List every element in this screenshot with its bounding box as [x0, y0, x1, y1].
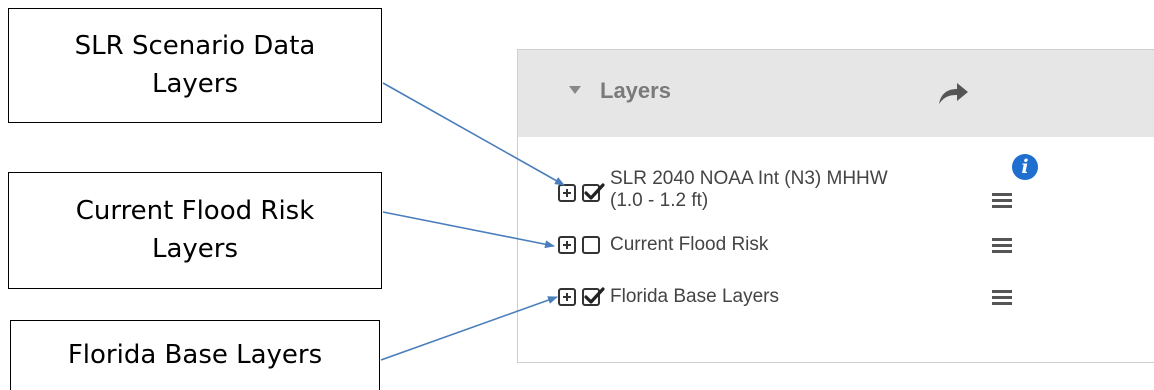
callout-slr-scenario: SLR Scenario Data Layers	[8, 8, 382, 123]
checkmark-icon	[584, 287, 605, 304]
expand-plus-icon[interactable]	[558, 288, 576, 306]
callout-text: SLR Scenario Data Layers	[74, 30, 316, 99]
layer-checkbox[interactable]	[582, 236, 600, 254]
layers-panel-header[interactable]: Layers	[518, 50, 1154, 137]
layer-label: Current Flood Risk	[610, 234, 769, 255]
expand-plus-icon[interactable]	[558, 184, 576, 202]
layer-label: SLR 2040 NOAA Int (N3) MHHW (1.0 - 1.2 f…	[610, 168, 888, 211]
callout-florida-base: Florida Base Layers	[10, 320, 380, 390]
share-arrow-icon[interactable]	[936, 80, 970, 106]
layer-row-florida-base: Florida Base Layers	[518, 284, 1118, 324]
menu-icon[interactable]	[992, 290, 1012, 306]
callout-text: Current Flood Risk Layers	[75, 195, 315, 264]
panel-title: Layers	[600, 78, 671, 103]
menu-icon[interactable]	[992, 238, 1012, 254]
layer-checkbox[interactable]	[582, 183, 605, 202]
callout-text: Florida Base Layers	[67, 340, 323, 371]
layer-checkbox[interactable]	[582, 287, 605, 306]
layers-panel: Layers i SLR 2040 NOAA Int (N3) MHHW (1.…	[517, 49, 1154, 363]
layer-row-slr: SLR 2040 NOAA Int (N3) MHHW (1.0 - 1.2 f…	[518, 162, 1118, 222]
expand-plus-icon[interactable]	[558, 236, 576, 254]
annotated-screenshot: SLR Scenario Data Layers Current Flood R…	[0, 0, 1154, 390]
checkmark-icon	[584, 183, 605, 200]
caret-down-icon[interactable]	[569, 86, 581, 94]
callout-current-flood-risk: Current Flood Risk Layers	[8, 172, 382, 289]
layer-label: Florida Base Layers	[610, 286, 779, 307]
layer-row-current-flood-risk: Current Flood Risk	[518, 232, 1118, 272]
menu-icon[interactable]	[992, 193, 1012, 209]
